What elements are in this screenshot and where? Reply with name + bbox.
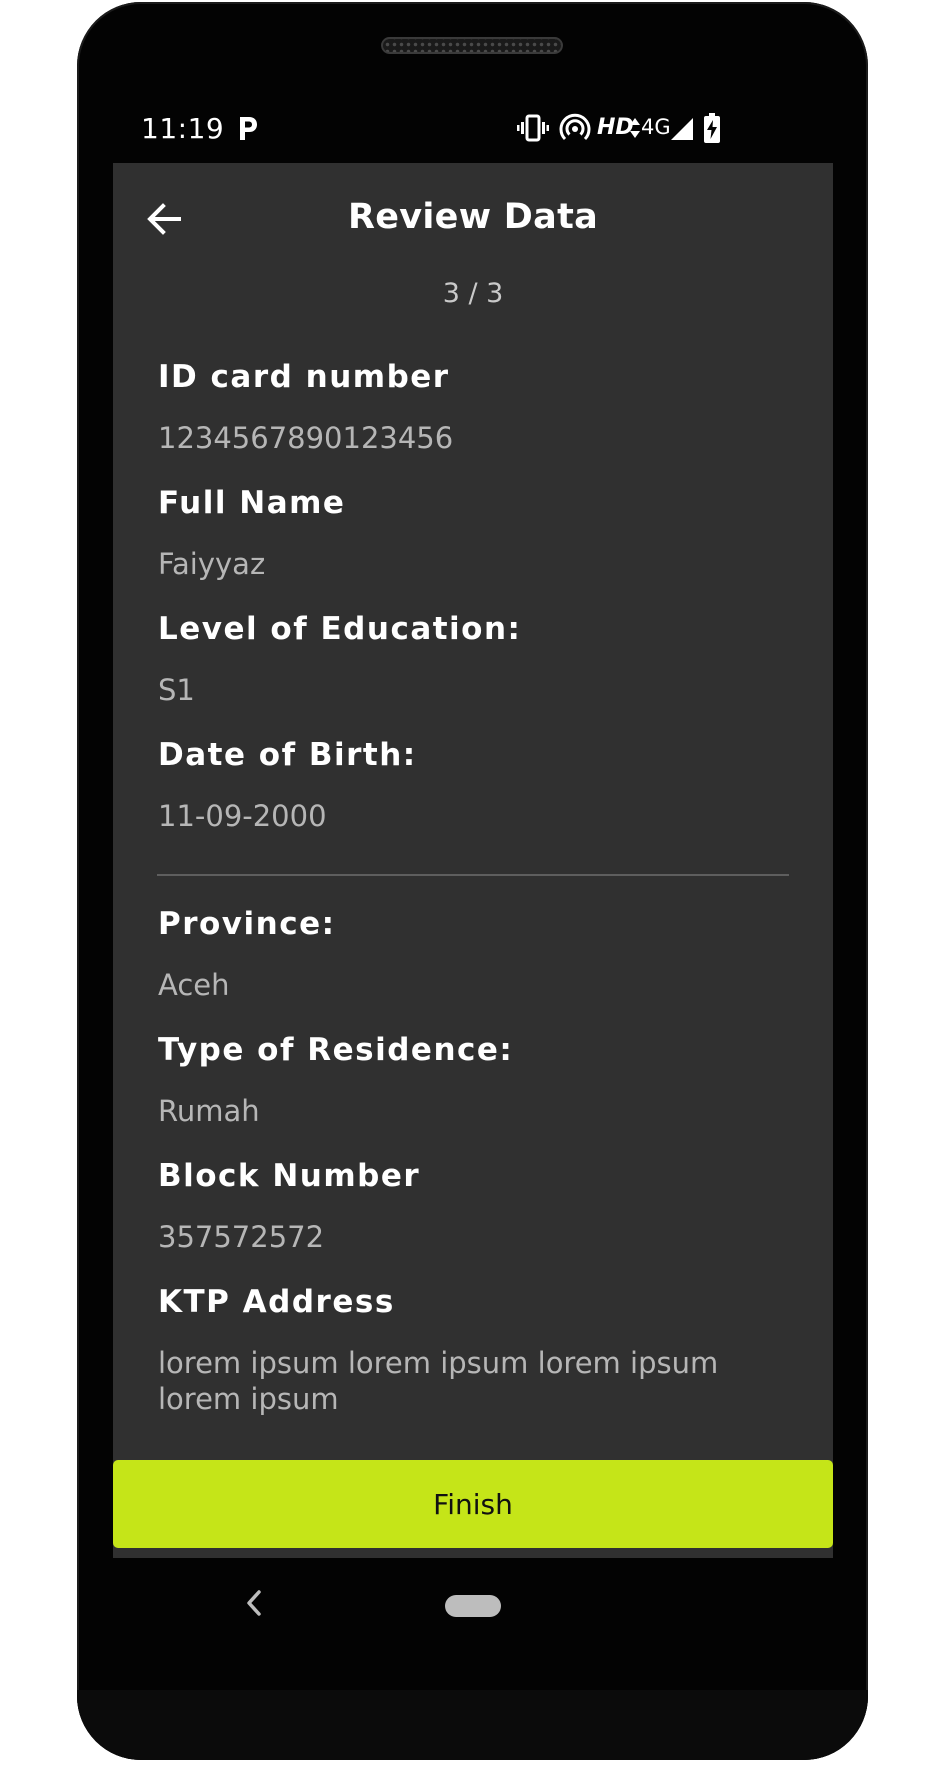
data-arrows-icon xyxy=(630,118,640,138)
earpiece-speaker xyxy=(381,37,563,54)
system-nav-bar xyxy=(113,1558,833,1653)
step-indicator: 3 / 3 xyxy=(442,278,504,309)
ktp-address-label: KTP Address xyxy=(158,1284,395,1320)
block-number-label: Block Number xyxy=(158,1158,421,1194)
nav-back-chevron-icon[interactable] xyxy=(241,1588,267,1618)
date-of-birth-value: 11-09-2000 xyxy=(158,799,327,833)
app-screen: Review Data 3 / 3 ID card number 1234567… xyxy=(113,163,833,1558)
education-level-label: Level of Education: xyxy=(158,611,522,647)
ktp-address-value: lorem ipsum lorem ipsum lorem ipsum lore… xyxy=(158,1346,719,1416)
page-title: Review Data xyxy=(347,197,599,237)
date-of-birth-label: Date of Birth: xyxy=(158,737,417,773)
battery-charging-icon xyxy=(704,113,720,143)
vibrate-icon xyxy=(517,114,549,142)
signal-icon xyxy=(671,118,693,140)
residence-type-value: Rumah xyxy=(158,1094,260,1128)
status-bar: 11:19 HD 4G xyxy=(113,98,833,158)
network-type-label: 4G xyxy=(641,115,671,139)
block-number-value: 357572572 xyxy=(158,1220,325,1254)
phone-chin xyxy=(77,1690,868,1760)
hotspot-icon xyxy=(559,113,591,141)
province-value: Aceh xyxy=(158,968,230,1002)
education-level-value: S1 xyxy=(158,673,195,707)
home-pill-icon[interactable] xyxy=(445,1595,501,1617)
full-name-value: Faiyyaz xyxy=(158,547,266,581)
section-divider xyxy=(157,874,789,876)
id-card-number-value: 1234567890123456 xyxy=(158,421,454,455)
id-card-number-label: ID card number xyxy=(158,359,450,395)
province-label: Province: xyxy=(158,906,336,942)
status-time: 11:19 xyxy=(141,112,225,145)
full-name-label: Full Name xyxy=(158,485,346,521)
app-bar: Review Data xyxy=(113,163,833,275)
finish-button[interactable]: Finish xyxy=(113,1460,833,1548)
parking-icon xyxy=(240,117,257,140)
residence-type-label: Type of Residence: xyxy=(158,1032,514,1068)
